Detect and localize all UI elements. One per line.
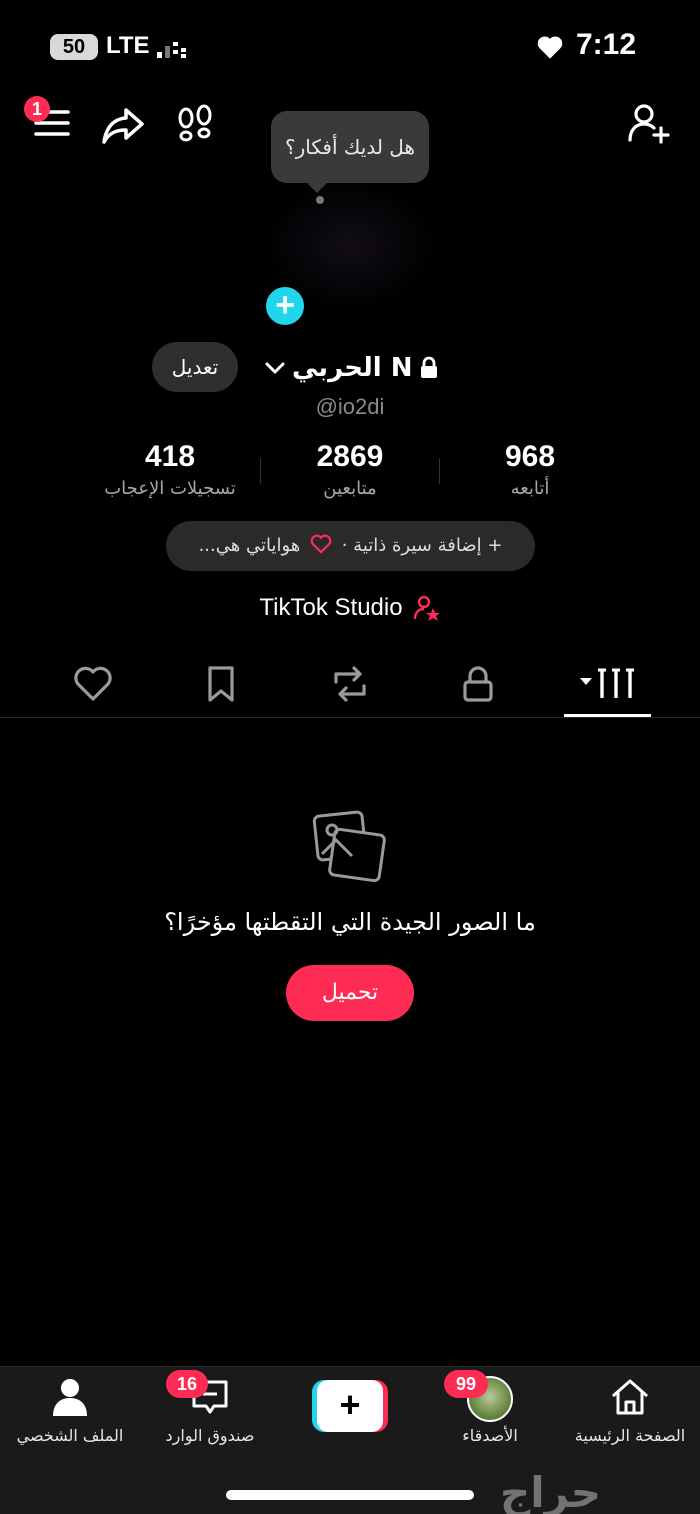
followers-stat[interactable]: 2869 متابعين	[250, 440, 450, 499]
add-bio-button[interactable]: + إضافة سيرة ذاتية · هواياتي هي...	[166, 521, 535, 571]
studio-label: TikTok Studio	[259, 594, 403, 621]
upload-button[interactable]: تحميل	[286, 965, 414, 1021]
friends-badge: 99	[444, 1370, 488, 1398]
signal-icon	[157, 42, 186, 58]
tab-saved[interactable]	[197, 660, 245, 708]
likes-stat[interactable]: 418 تسجيلات الإعجاب	[70, 440, 270, 499]
likes-label: تسجيلات الإعجاب	[104, 478, 236, 499]
home-icon	[612, 1379, 648, 1415]
nav-home[interactable]: الصفحة الرئيسية	[560, 1376, 700, 1445]
nav-profile[interactable]: الملف الشخصي	[0, 1376, 140, 1445]
network-type: LTE	[106, 32, 150, 59]
heart-status-icon	[537, 36, 563, 59]
create-button[interactable]: +	[312, 1380, 388, 1432]
following-count: 968	[504, 440, 556, 473]
nav-home-label: الصفحة الرئيسية	[574, 1426, 686, 1445]
followers-count: 2869	[316, 440, 384, 473]
photos-icon	[312, 810, 386, 883]
home-indicator[interactable]	[226, 1490, 474, 1500]
hobbies-label: هواياتي هي...	[198, 535, 301, 556]
watermark-logo: حراج	[500, 1468, 602, 1514]
followers-label: متابعين	[323, 478, 377, 499]
nav-friends[interactable]: 99 الأصدقاء	[420, 1370, 560, 1445]
add-story-button[interactable]: +	[263, 284, 307, 328]
tab-liked[interactable]	[69, 660, 117, 708]
tooltip-dot	[316, 196, 324, 204]
active-tab-indicator	[564, 714, 651, 717]
add-bio-label: + إضافة سيرة ذاتية ·	[341, 535, 503, 556]
tab-videos-grid[interactable]	[576, 660, 638, 708]
add-friend-icon[interactable]	[626, 100, 672, 146]
empty-state-text: ما الصور الجيدة التي التقطتها مؤخرًا؟	[164, 908, 536, 936]
lock-icon	[421, 356, 438, 378]
status-bar: 50 LTE 7:12	[0, 0, 700, 90]
following-label: أتابعه	[510, 478, 550, 499]
footprints-icon[interactable]	[172, 102, 218, 148]
plus-icon: +	[317, 1380, 383, 1432]
share-icon[interactable]	[100, 102, 146, 148]
tiktok-studio-link[interactable]: TikTok Studio	[0, 594, 700, 622]
nav-inbox[interactable]: 16 صندوق الوارد	[140, 1370, 280, 1445]
likes-count: 418	[144, 440, 196, 473]
tab-private[interactable]	[454, 660, 502, 708]
nav-inbox-label: صندوق الوارد	[165, 1426, 255, 1445]
edit-profile-button[interactable]: تعديل	[152, 342, 238, 392]
username-row[interactable]: الحربي N	[264, 350, 440, 386]
tab-reposts[interactable]	[326, 660, 374, 708]
nav-profile-label: الملف الشخصي	[16, 1426, 124, 1445]
battery-indicator: 50	[50, 34, 98, 60]
creator-star-icon	[413, 595, 440, 621]
ideas-tooltip[interactable]: هل لديك أفكار؟	[271, 111, 429, 193]
user-handle: @io2di	[315, 394, 385, 419]
heart-icon	[310, 534, 332, 554]
chevron-down-icon	[265, 362, 285, 374]
profile-icon	[53, 1379, 87, 1416]
menu-badge: 1	[24, 96, 50, 122]
inbox-badge: 16	[166, 1370, 208, 1398]
following-stat[interactable]: 968 أتابعه	[430, 440, 630, 499]
nav-friends-label: الأصدقاء	[462, 1426, 518, 1445]
clock: 7:12	[575, 28, 636, 61]
display-name: الحربي N	[292, 353, 413, 383]
